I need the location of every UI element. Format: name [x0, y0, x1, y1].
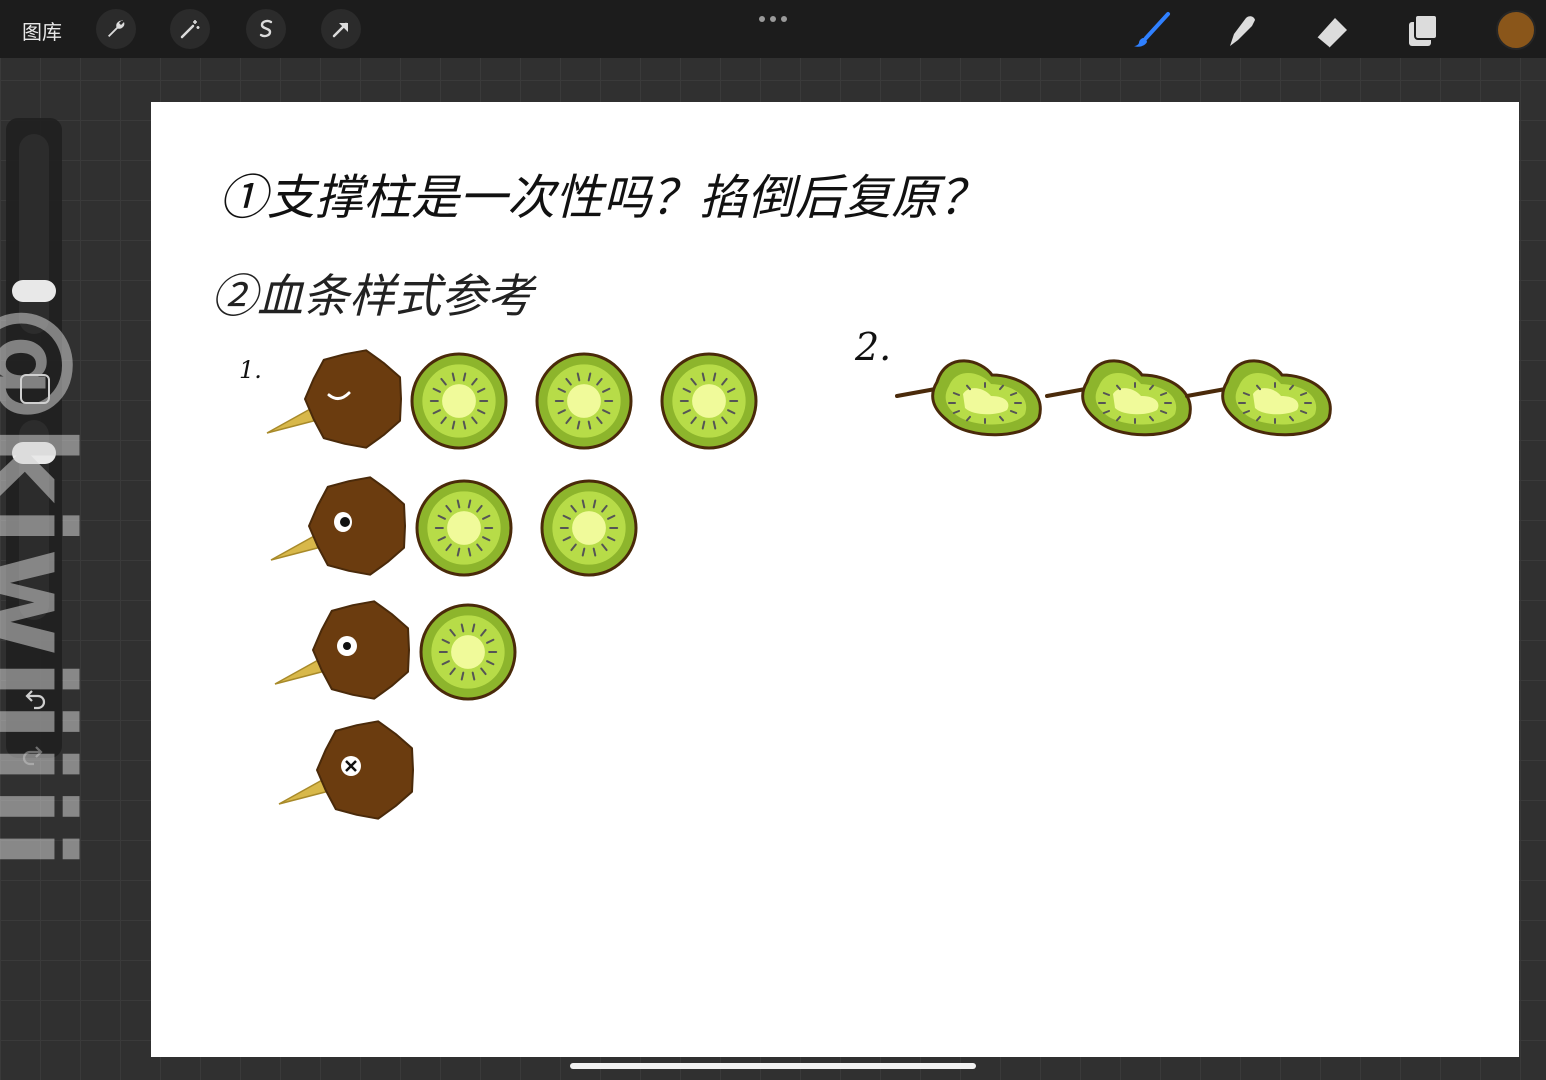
gallery-button[interactable]: 图库 [22, 16, 62, 45]
kiwi-slice [540, 479, 638, 577]
kiwi-bird-head [270, 476, 406, 576]
home-indicator [570, 1063, 976, 1069]
style-1-label: 1. [239, 356, 262, 384]
pupil [340, 517, 350, 527]
kiwi-slice [660, 352, 758, 450]
kiwi-bird-head [278, 720, 414, 820]
kiwi-head [308, 476, 406, 576]
slice-core [692, 384, 726, 418]
kiwi-piece [895, 359, 1042, 437]
drawing-canvas[interactable]: ①支撑柱是一次性吗？掐倒后复原？ ②血条样式参考 1. 2. [151, 102, 1519, 1057]
redo-icon[interactable] [20, 740, 48, 768]
kiwi-bird-head [274, 600, 410, 700]
wrench-icon[interactable] [96, 9, 136, 49]
transform-icon[interactable] [321, 9, 361, 49]
kiwi-bird-head [266, 349, 402, 449]
slice-core [451, 635, 485, 669]
kiwi-head [304, 349, 402, 449]
modify-button[interactable] [20, 374, 50, 404]
style-2-label: 2. [854, 325, 891, 369]
undo-icon[interactable] [20, 684, 48, 712]
layers-icon[interactable] [1403, 10, 1443, 50]
brush-icon[interactable] [1132, 10, 1172, 50]
kiwi-head [316, 720, 414, 820]
selection-icon[interactable] [246, 9, 286, 49]
pupil [343, 642, 351, 650]
top-toolbar: 图库 [0, 0, 1546, 58]
kiwi-slice [410, 352, 508, 450]
kiwi-piece [1045, 359, 1192, 437]
slice-core [572, 511, 606, 545]
kiwi-head [312, 600, 410, 700]
brush-size-slider[interactable] [19, 134, 49, 334]
kiwi-slice [415, 479, 513, 577]
more-dots-icon[interactable] [758, 10, 788, 29]
artwork: ①支撑柱是一次性吗？掐倒后复原？ ②血条样式参考 1. 2. [211, 170, 1332, 820]
brush-size-thumb[interactable] [12, 280, 56, 302]
eraser-icon[interactable] [1313, 10, 1353, 50]
magic-wand-icon[interactable] [170, 9, 210, 49]
opacity-thumb[interactable] [12, 442, 56, 464]
note-line-1: ①支撑柱是一次性吗？掐倒后复原？ [219, 170, 987, 226]
kiwi-piece [1185, 359, 1332, 437]
slice-core [447, 511, 481, 545]
kiwi-slice [535, 352, 633, 450]
kiwi-slice [419, 603, 517, 701]
health-bar-drawings [266, 349, 1332, 820]
slice-core [567, 384, 601, 418]
smudge-icon[interactable] [1222, 10, 1262, 50]
color-picker-button[interactable] [1496, 10, 1536, 50]
slice-core [442, 384, 476, 418]
note-line-2: ②血条样式参考 [211, 269, 537, 323]
